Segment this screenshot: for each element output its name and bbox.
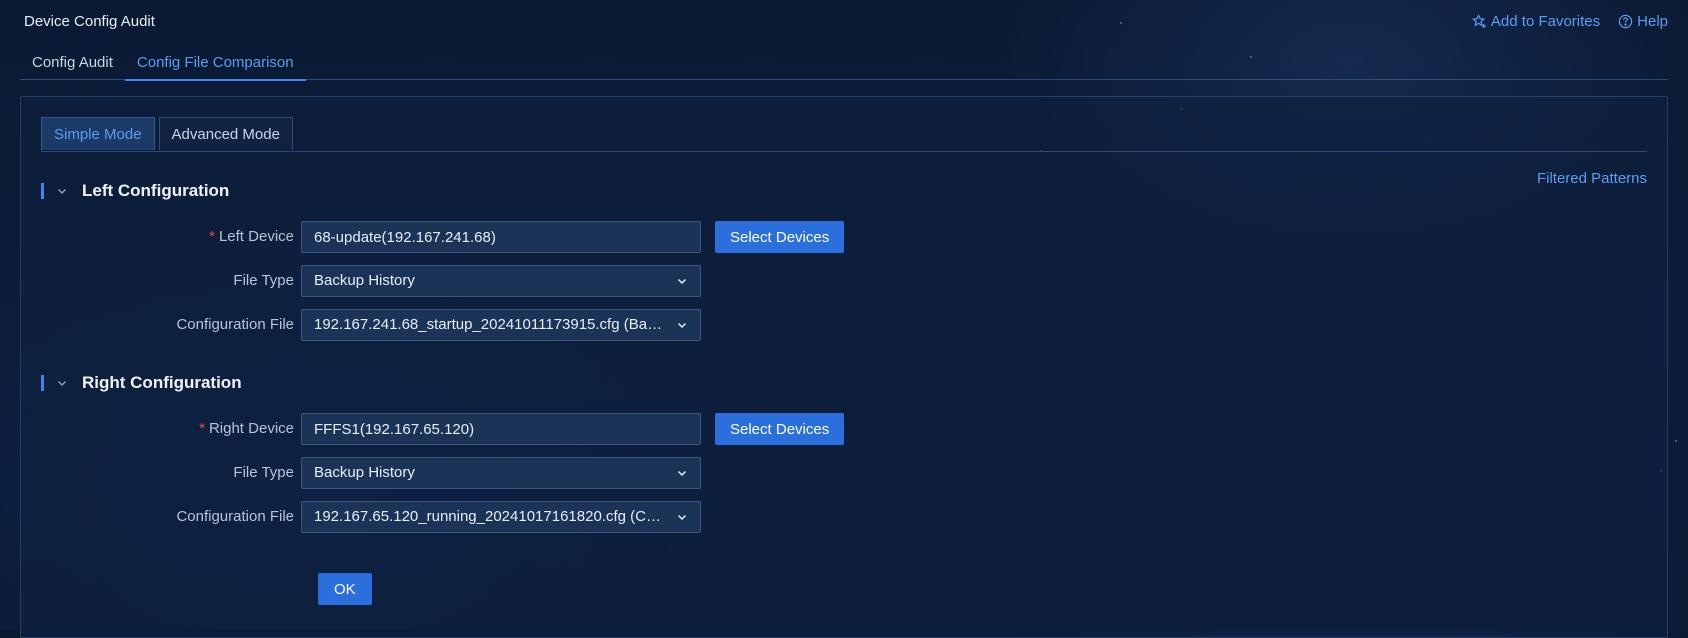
left-device-label-text: Left Device bbox=[218, 228, 294, 245]
left-configuration-header: Left Configuration bbox=[41, 180, 229, 202]
comparison-panel: Simple Mode Advanced Mode Filtered Patte… bbox=[20, 96, 1668, 638]
right-config-file-row: Configuration File 192.167.65.120_runnin… bbox=[21, 501, 921, 533]
left-config-file-row: Configuration File 192.167.241.68_startu… bbox=[21, 309, 921, 341]
app-header: Device Config Audit Add to Favorites Hel… bbox=[0, 0, 1688, 46]
header-actions: Add to Favorites Help bbox=[1471, 13, 1668, 30]
required-marker: * bbox=[209, 228, 215, 245]
right-select-devices-button[interactable]: Select Devices bbox=[715, 413, 845, 445]
help-label: Help bbox=[1637, 13, 1668, 30]
filtered-patterns-link[interactable]: Filtered Patterns bbox=[1537, 170, 1647, 187]
tab-simple-mode[interactable]: Simple Mode bbox=[41, 117, 155, 150]
left-device-row: *Left Device Select Devices bbox=[21, 221, 921, 253]
right-configuration-header: Right Configuration bbox=[41, 372, 242, 394]
section-accent-bar bbox=[41, 375, 44, 391]
left-device-label: * Left Device bbox=[209, 221, 294, 253]
right-file-type-select[interactable]: Backup History bbox=[301, 457, 701, 489]
left-select-devices-button[interactable]: Select Devices bbox=[715, 221, 845, 253]
help-link[interactable]: Help bbox=[1618, 13, 1668, 30]
left-device-input[interactable] bbox=[301, 221, 701, 253]
right-device-row: *Right Device Select Devices bbox=[21, 413, 921, 445]
background-star bbox=[1675, 440, 1677, 442]
left-config-file-label: Configuration File bbox=[176, 316, 294, 333]
chevron-down-icon[interactable] bbox=[56, 185, 68, 197]
ok-button[interactable]: OK bbox=[318, 573, 372, 605]
page-title: Device Config Audit bbox=[24, 13, 155, 30]
left-config-file-select[interactable]: 192.167.241.68_startup_20241011173915.cf… bbox=[301, 309, 701, 341]
add-to-favorites-link[interactable]: Add to Favorites bbox=[1471, 13, 1601, 30]
tab-config-audit[interactable]: Config Audit bbox=[20, 46, 125, 79]
tab-advanced-mode[interactable]: Advanced Mode bbox=[158, 117, 293, 150]
add-to-favorites-label: Add to Favorites bbox=[1490, 13, 1601, 30]
right-config-file-label: Configuration File bbox=[176, 508, 294, 525]
right-device-input[interactable] bbox=[301, 413, 701, 445]
left-file-type-row: File Type Backup History bbox=[21, 265, 921, 297]
chevron-down-icon[interactable] bbox=[56, 377, 68, 389]
right-file-type-row: File Type Backup History bbox=[21, 457, 921, 489]
required-marker: * bbox=[199, 420, 205, 437]
mode-tabs: Simple Mode Advanced Mode bbox=[41, 117, 1647, 152]
tab-config-file-comparison[interactable]: Config File Comparison bbox=[124, 46, 306, 81]
section-accent-bar bbox=[41, 183, 44, 199]
right-configuration-title: Right Configuration bbox=[82, 373, 242, 392]
right-device-label: * Right Device bbox=[199, 413, 294, 445]
left-file-type-label: File Type bbox=[233, 272, 294, 289]
right-device-label-text: Right Device bbox=[208, 420, 294, 437]
left-file-type-select[interactable]: Backup History bbox=[301, 265, 701, 297]
top-tabs: Config Audit Config File Comparison bbox=[20, 46, 1668, 81]
left-configuration-title: Left Configuration bbox=[82, 181, 230, 200]
star-plus-icon bbox=[1471, 14, 1486, 29]
right-file-type-label: File Type bbox=[233, 464, 294, 481]
help-circle-icon bbox=[1618, 14, 1633, 29]
right-config-file-select[interactable]: 192.167.65.120_running_20241017161820.cf… bbox=[301, 501, 701, 533]
